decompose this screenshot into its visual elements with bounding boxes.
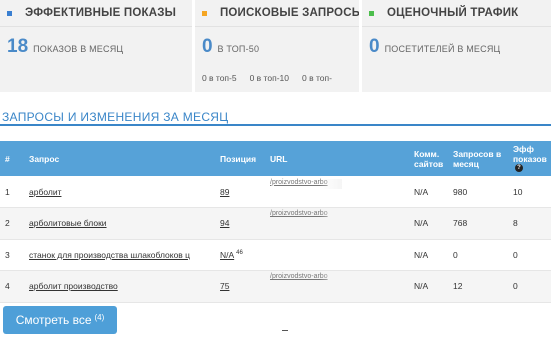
stat-card-effective-impressions: ЭФФЕКТИВНЫЕ ПОКАЗЫ 18 ПОКАЗОВ В МЕСЯЦ	[0, 0, 192, 92]
col-header-eff[interactable]: Эфф показов?	[508, 141, 551, 176]
row-eff: 0	[508, 239, 551, 271]
table-row: 1 арболит 89 /proizvodstvo-arbo N/A 980 …	[0, 176, 551, 208]
row-eff: 10	[508, 176, 551, 208]
table-header-row: # Запрос Позиция URL Комм. сайтов Запрос…	[0, 141, 551, 176]
orange-square-icon	[201, 10, 207, 16]
stat-value: 0	[369, 36, 380, 57]
col-header-url[interactable]: URL	[265, 141, 409, 176]
row-eff: 8	[508, 207, 551, 240]
stat-unit: ПОКАЗОВ В МЕСЯЦ	[33, 44, 124, 54]
stat-title: ПОИСКОВЫЕ ЗАПРОСЫ	[219, 7, 360, 19]
row-comm: N/A	[409, 207, 448, 240]
stat-value: 0	[201, 36, 213, 57]
url-link[interactable]: /proizvodstvo-arbo	[270, 178, 342, 189]
top-5-count: 0 в топ-5	[201, 73, 237, 83]
stat-title: ЭФФЕКТИВНЫЕ ПОКАЗЫ	[25, 7, 177, 19]
top-n-count: 0 в топ-	[301, 73, 332, 83]
help-icon[interactable]: ?	[515, 163, 523, 172]
table-row: 2 арболитовые блоки 94 /proizvodstvo-arb…	[0, 207, 551, 240]
queries-table: # Запрос Позиция URL Комм. сайтов Запрос…	[0, 141, 551, 303]
col-header-num[interactable]: #	[0, 141, 24, 176]
table-row: 4 арболит производство 75 /proizvodstvo-…	[0, 270, 551, 303]
top-breakdown: 0 в топ-5 0 в топ-10 0 в топ-	[202, 73, 345, 83]
blue-square-icon	[7, 10, 12, 16]
col-header-query[interactable]: Запрос	[24, 141, 215, 176]
row-num: 2	[0, 207, 24, 240]
view-all-button[interactable]: Смотреть все (4)	[3, 306, 117, 334]
green-square-icon	[369, 10, 375, 16]
query-link[interactable]: арболитовые блоки	[29, 218, 107, 228]
stat-unit: В ТОП-50	[217, 44, 260, 54]
query-link[interactable]: арболит	[29, 187, 61, 197]
row-requests: 12	[448, 270, 508, 303]
col-header-eff-label: Эфф показов	[513, 143, 547, 164]
divider	[194, 26, 360, 27]
divider	[362, 26, 551, 27]
col-header-position[interactable]: Позиция	[215, 141, 265, 176]
row-num: 3	[0, 239, 24, 271]
row-comm: N/A	[409, 270, 448, 303]
stats-panel: ЭФФЕКТИВНЫЕ ПОКАЗЫ 18 ПОКАЗОВ В МЕСЯЦ ПО…	[0, 0, 551, 92]
position-note: 46	[236, 249, 243, 256]
position-link[interactable]: 94	[220, 218, 229, 228]
section-underline	[0, 124, 551, 126]
position-link[interactable]: N/A	[220, 250, 234, 260]
row-comm: N/A	[409, 176, 448, 208]
stat-title: ОЦЕНОЧНЫЙ ТРАФИК	[387, 7, 519, 19]
row-eff: 0	[508, 270, 551, 303]
query-link[interactable]: арболит производство	[29, 281, 118, 291]
stat-card-estimated-traffic: ОЦЕНОЧНЫЙ ТРАФИК 0 ПОСЕТИТЕЛЕЙ В МЕСЯЦ	[362, 0, 551, 92]
section-title: ЗАПРОСЫ И ИЗМЕНЕНИЯ ЗА МЕСЯЦ	[2, 110, 229, 124]
stat-card-search-queries: ПОИСКОВЫЕ ЗАПРОСЫ 0 В ТОП-50 0 в топ-5 0…	[194, 0, 360, 92]
row-num: 1	[0, 176, 24, 208]
row-comm: N/A	[409, 239, 448, 271]
row-requests: 980	[448, 176, 508, 208]
stat-value: 18	[7, 36, 29, 57]
col-header-comm[interactable]: Комм. сайтов	[409, 141, 448, 176]
divider	[0, 26, 192, 27]
view-all-count: (4)	[94, 312, 105, 322]
row-num: 4	[0, 270, 24, 303]
view-all-label: Смотреть все	[15, 313, 92, 327]
stat-unit: ПОСЕТИТЕЛЕЙ В МЕСЯЦ	[384, 44, 501, 54]
divider-dash	[282, 330, 288, 331]
row-requests: 0	[448, 239, 508, 271]
col-header-requests[interactable]: Запросов в месяц	[448, 141, 508, 176]
position-link[interactable]: 89	[220, 187, 229, 197]
position-link[interactable]: 75	[220, 281, 229, 291]
url-link[interactable]: /proizvodstvo-arbo	[270, 210, 342, 221]
query-link[interactable]: станок для производства шлакоблоков ц	[29, 250, 190, 260]
row-requests: 768	[448, 207, 508, 240]
top-10-count: 0 в топ-10	[249, 73, 289, 83]
table-row: 3 станок для производства шлакоблоков ц …	[0, 239, 551, 271]
row-url-empty	[265, 239, 409, 271]
url-link[interactable]: /proizvodstvo-arbo	[270, 273, 342, 284]
